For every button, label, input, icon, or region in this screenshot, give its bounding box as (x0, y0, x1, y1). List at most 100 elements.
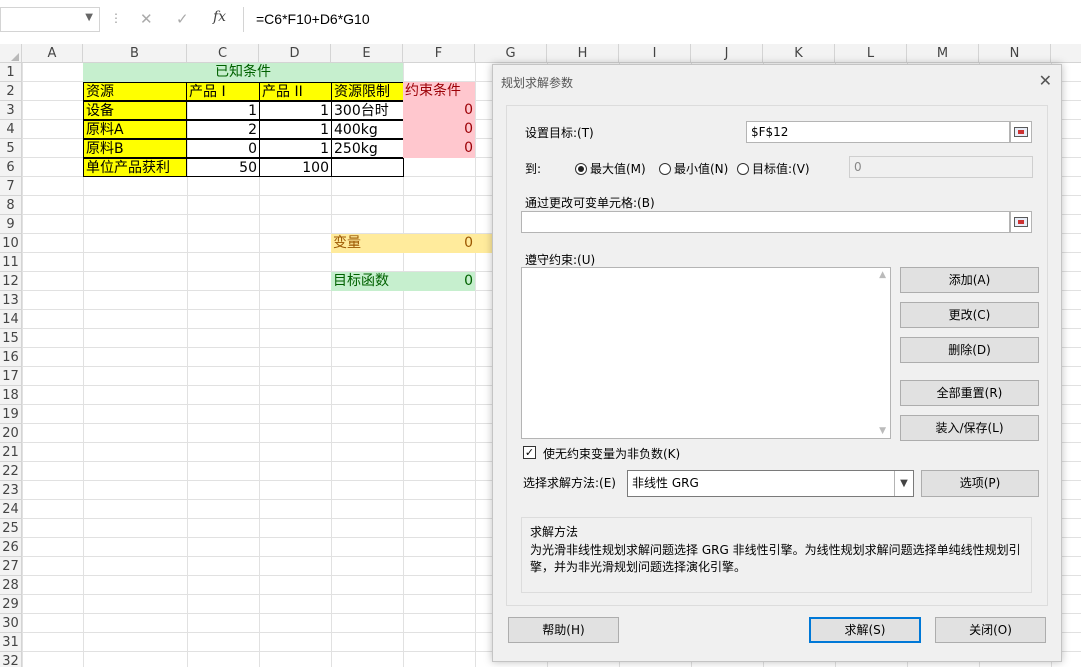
row-p1-cell[interactable]: 1 (186, 101, 260, 120)
row-header[interactable]: 21 (0, 443, 22, 462)
column-header-n[interactable]: N (979, 44, 1051, 63)
row-header[interactable]: 20 (0, 424, 22, 443)
column-header-f[interactable]: F (403, 44, 475, 63)
row-header[interactable]: 22 (0, 462, 22, 481)
load-save-button[interactable]: 装入/保存(L) (900, 415, 1039, 441)
range-select-icon[interactable] (1010, 211, 1032, 233)
row-header[interactable]: 10 (0, 234, 22, 253)
options-button[interactable]: 选项(P) (921, 470, 1039, 497)
row-header[interactable]: 17 (0, 367, 22, 386)
row-header[interactable]: 6 (0, 158, 22, 177)
row-header[interactable]: 19 (0, 405, 22, 424)
row-name-cell[interactable]: 设备 (83, 101, 187, 120)
row-p2-cell[interactable]: 1 (259, 139, 332, 158)
row-p2-cell[interactable]: 1 (259, 101, 332, 120)
radio-min[interactable]: 最小值(N) (659, 160, 728, 177)
row-limit-cell[interactable]: 300台时 (331, 101, 404, 120)
variable-f-cell[interactable]: 0 (403, 234, 475, 253)
row-header[interactable]: 23 (0, 481, 22, 500)
header-limit-cell[interactable]: 资源限制 (331, 82, 404, 101)
row-constraint-cell[interactable]: 0 (403, 139, 475, 158)
row-header[interactable]: 32 (0, 652, 22, 667)
chevron-down-icon[interactable]: ▼ (894, 471, 913, 496)
row-header[interactable]: 13 (0, 291, 22, 310)
row-header[interactable]: 12 (0, 272, 22, 291)
column-header-m[interactable]: M (907, 44, 979, 63)
row-header[interactable]: 29 (0, 595, 22, 614)
row-header[interactable]: 5 (0, 139, 22, 158)
row-header[interactable]: 1 (0, 63, 22, 82)
objective-cell-input[interactable]: $F$12 (746, 121, 1010, 143)
listbox-scrollbar[interactable]: ▲ ▼ (873, 268, 890, 438)
scroll-up-icon[interactable]: ▲ (879, 270, 886, 280)
row-constraint-cell[interactable]: 0 (403, 120, 475, 139)
row-p1-cell[interactable]: 0 (186, 139, 260, 158)
radio-value[interactable]: 目标值:(V) (737, 160, 810, 177)
row-header[interactable]: 3 (0, 101, 22, 120)
row-header[interactable]: 24 (0, 500, 22, 519)
variable-label-cell[interactable]: 变量 (331, 234, 403, 253)
row-header[interactable]: 16 (0, 348, 22, 367)
row-name-cell[interactable]: 原料B (83, 139, 187, 158)
delete-button[interactable]: 删除(D) (900, 337, 1039, 363)
row-header[interactable]: 2 (0, 82, 22, 101)
solving-method-select[interactable]: 非线性 GRG ▼ (627, 470, 914, 497)
reset-all-button[interactable]: 全部重置(R) (900, 380, 1039, 406)
row-header[interactable]: 15 (0, 329, 22, 348)
header-product2-cell[interactable]: 产品 II (259, 82, 332, 101)
profit-empty-cell[interactable] (331, 158, 404, 177)
row-header[interactable]: 4 (0, 120, 22, 139)
formula-input[interactable]: =C6*F10+D6*G10 (243, 7, 1081, 32)
row-limit-cell[interactable]: 250kg (331, 139, 404, 158)
radio-max[interactable]: 最大值(M) (575, 160, 646, 177)
column-header-j[interactable]: J (691, 44, 763, 63)
close-icon[interactable]: ✕ (1039, 71, 1052, 90)
select-all-corner[interactable] (0, 44, 22, 63)
header-resource-cell[interactable]: 资源 (83, 82, 187, 101)
row-header[interactable]: 31 (0, 633, 22, 652)
column-header-k[interactable]: K (763, 44, 835, 63)
objective-value-cell[interactable]: 0 (403, 272, 475, 291)
row-header[interactable]: 27 (0, 557, 22, 576)
scroll-down-icon[interactable]: ▼ (879, 426, 886, 436)
help-button[interactable]: 帮助(H) (508, 617, 619, 643)
name-box-dropdown-icon[interactable]: ▼ (85, 12, 93, 23)
cancel-formula-icon[interactable]: ✕ (140, 10, 153, 28)
row-header[interactable]: 7 (0, 177, 22, 196)
constraints-listbox[interactable]: ▲ ▼ (521, 267, 891, 439)
column-header-c[interactable]: C (187, 44, 259, 63)
row-header[interactable]: 25 (0, 519, 22, 538)
column-header-d[interactable]: D (259, 44, 331, 63)
insert-function-icon[interactable]: fx (213, 9, 226, 25)
column-header-l[interactable]: L (835, 44, 907, 63)
column-header-b[interactable]: B (83, 44, 187, 63)
solve-button[interactable]: 求解(S) (809, 617, 921, 643)
row-header[interactable]: 18 (0, 386, 22, 405)
row-header[interactable]: 28 (0, 576, 22, 595)
row-p2-cell[interactable]: 1 (259, 120, 332, 139)
target-value-input[interactable]: 0 (849, 156, 1033, 178)
row-p1-cell[interactable]: 2 (186, 120, 260, 139)
name-box[interactable]: ▼ (0, 7, 100, 32)
column-header-h[interactable]: H (547, 44, 619, 63)
row-limit-cell[interactable]: 400kg (331, 120, 404, 139)
column-header-e[interactable]: E (331, 44, 403, 63)
profit-p1-cell[interactable]: 50 (186, 158, 260, 177)
close-button[interactable]: 关闭(O) (935, 617, 1046, 643)
profit-p2-cell[interactable]: 100 (259, 158, 332, 177)
row-constraint-cell[interactable]: 0 (403, 101, 475, 120)
row-header[interactable]: 26 (0, 538, 22, 557)
nonnegative-checkbox[interactable]: ✓ (523, 446, 536, 459)
changing-cells-input[interactable] (521, 211, 1010, 233)
column-header-g[interactable]: G (475, 44, 547, 63)
row-header[interactable]: 8 (0, 196, 22, 215)
range-select-icon[interactable] (1010, 121, 1032, 143)
row-name-cell[interactable]: 原料A (83, 120, 187, 139)
column-header-a[interactable]: A (22, 44, 83, 63)
add-button[interactable]: 添加(A) (900, 267, 1039, 293)
row-header[interactable]: 30 (0, 614, 22, 633)
change-button[interactable]: 更改(C) (900, 302, 1039, 328)
row-header[interactable]: 9 (0, 215, 22, 234)
column-header-i[interactable]: I (619, 44, 691, 63)
header-constraint-cell[interactable]: 约束条件 (403, 82, 475, 101)
